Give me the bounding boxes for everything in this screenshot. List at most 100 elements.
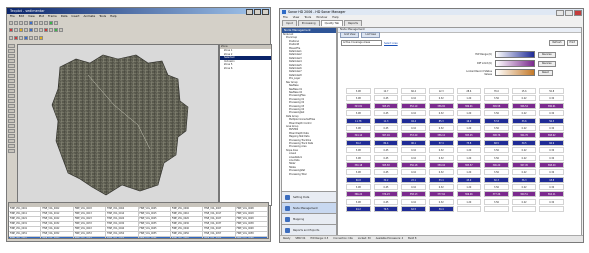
grid-cell[interactable] bbox=[539, 206, 564, 213]
polyline-icon[interactable] bbox=[24, 36, 28, 40]
grid-cell[interactable]: 0.34 bbox=[539, 110, 564, 117]
tool-icon[interactable] bbox=[8, 59, 15, 63]
grid-cell[interactable]: 3.56 bbox=[484, 169, 509, 176]
grid-cell[interactable]: 0.34 bbox=[539, 169, 564, 176]
grid-cell[interactable] bbox=[484, 206, 509, 213]
copy-icon[interactable] bbox=[39, 21, 43, 25]
tool-icon[interactable] bbox=[8, 119, 15, 123]
grid-cell[interactable]: 0.22 bbox=[511, 95, 537, 102]
grid-cell[interactable]: 11.78 bbox=[346, 117, 371, 124]
grid-cell[interactable]: 0.10 bbox=[401, 147, 426, 154]
edge-icon[interactable] bbox=[59, 28, 63, 32]
grid-cell[interactable]: 0.45 bbox=[373, 154, 399, 161]
ribbon-tab[interactable]: Processing bbox=[297, 20, 320, 26]
grid-cell[interactable]: 0.10 bbox=[401, 154, 426, 161]
menu-item[interactable]: Edit bbox=[19, 14, 24, 19]
grid-cell[interactable]: 15.6 bbox=[511, 88, 537, 94]
grid-cell[interactable]: 324.14 bbox=[346, 132, 371, 139]
tool-icon[interactable] bbox=[8, 89, 15, 93]
grid-cell[interactable]: 1.20 bbox=[456, 95, 482, 102]
tool-icon[interactable] bbox=[8, 99, 15, 103]
tool-icon[interactable] bbox=[8, 74, 15, 78]
grid-cell[interactable]: 0.22 bbox=[511, 198, 537, 205]
grid-cell[interactable]: 360.51 bbox=[511, 191, 537, 198]
tool-icon[interactable] bbox=[8, 64, 15, 68]
grid-cell[interactable]: 0.32 bbox=[428, 124, 454, 131]
grid-cell[interactable]: 57.8 bbox=[484, 117, 509, 124]
grid-cell[interactable]: 33.6 bbox=[511, 117, 537, 124]
filter-button[interactable]: Refresh bbox=[549, 40, 565, 46]
grid-cell[interactable]: 0.34 bbox=[539, 95, 564, 102]
grid-cell[interactable]: 365.83 bbox=[373, 161, 399, 168]
menu-item[interactable]: Plot bbox=[39, 14, 44, 19]
redraw-icon[interactable] bbox=[49, 21, 53, 25]
grid-cell[interactable]: 0.32 bbox=[428, 154, 454, 161]
grid-cell[interactable]: 56.3 bbox=[539, 117, 564, 124]
grid-cell[interactable]: 0.45 bbox=[373, 147, 399, 154]
grid-cell[interactable]: 22.1 bbox=[401, 176, 426, 183]
grid-cell[interactable]: 0.10 bbox=[401, 184, 426, 191]
grid-cell[interactable] bbox=[511, 206, 537, 213]
tool-icon[interactable] bbox=[8, 84, 15, 88]
grid-cell[interactable]: 66.4 bbox=[401, 88, 426, 94]
zoom-icon[interactable] bbox=[29, 21, 33, 25]
undo-icon[interactable] bbox=[54, 21, 58, 25]
grid-cell[interactable]: 3.56 bbox=[484, 198, 509, 205]
ribbon-tab[interactable]: Input bbox=[282, 20, 297, 26]
grid-cell[interactable]: 45.9 bbox=[456, 176, 482, 183]
grid-cell[interactable]: 376.23 bbox=[373, 191, 399, 198]
grid-cell[interactable]: 12.7 bbox=[373, 88, 399, 94]
grid-cell[interactable]: 57.4 bbox=[428, 139, 454, 146]
grid-cell[interactable]: 66.9 bbox=[539, 139, 564, 146]
tool-icon[interactable] bbox=[8, 144, 15, 148]
grid-cell[interactable]: 60.8 bbox=[346, 176, 371, 183]
menu-item[interactable]: Tools bbox=[99, 14, 106, 19]
print-icon[interactable] bbox=[24, 21, 28, 25]
grid-cell[interactable]: 398.76 bbox=[484, 132, 509, 139]
table-row[interactable]: FINE_VOL_0061 FINE_VOL_0062 FINE_VOL_0063 F… bbox=[9, 237, 268, 238]
new-icon[interactable] bbox=[9, 21, 13, 25]
nav-button[interactable]: Reports and Exports bbox=[282, 224, 336, 235]
grid-cell[interactable]: 0.22 bbox=[511, 169, 537, 176]
grid-cell[interactable]: 0.32 bbox=[428, 147, 454, 154]
grid-cell[interactable]: 1.20 bbox=[456, 154, 482, 161]
grid-cell[interactable]: 30.5 bbox=[511, 139, 537, 146]
grid-cell[interactable]: 44.2 bbox=[346, 206, 371, 213]
grid-cell[interactable]: 84.4 bbox=[373, 139, 399, 146]
nav-button[interactable]: Mapping bbox=[282, 213, 336, 224]
grid-cell[interactable]: 383.57 bbox=[456, 161, 482, 168]
grid-cell[interactable]: 60.3 bbox=[484, 176, 509, 183]
grid-cell[interactable]: 50.8 bbox=[539, 88, 564, 94]
grid-cell[interactable]: 330.18 bbox=[346, 161, 371, 168]
grid-cell[interactable]: 0.32 bbox=[428, 95, 454, 102]
grid-cell[interactable]: 3.56 bbox=[484, 110, 509, 117]
grid-cell[interactable]: 0.45 bbox=[373, 198, 399, 205]
grid-cell[interactable]: 368.40 bbox=[539, 161, 564, 168]
tool-icon[interactable] bbox=[8, 79, 15, 83]
grid-cell[interactable]: 3.98 bbox=[346, 88, 371, 94]
grid-cell[interactable]: 359.04 bbox=[428, 161, 454, 168]
grid-cell[interactable]: 377.62 bbox=[428, 191, 454, 198]
tool-icon[interactable] bbox=[8, 94, 15, 98]
grid-cell[interactable]: 3.98 bbox=[346, 198, 371, 205]
grid-cell[interactable]: 399.58 bbox=[484, 102, 509, 109]
menu-item[interactable]: Data bbox=[61, 14, 68, 19]
grid-cell[interactable]: 0.32 bbox=[428, 110, 454, 117]
cut-icon[interactable] bbox=[34, 21, 38, 25]
grid-cell[interactable]: 3.98 bbox=[346, 184, 371, 191]
legend-button[interactable]: Reset bbox=[538, 69, 553, 76]
grid-cell[interactable]: 3.56 bbox=[484, 184, 509, 191]
area-filter-input[interactable]: Active Coverage Areas bbox=[341, 40, 382, 46]
shade-icon[interactable] bbox=[54, 28, 58, 32]
grid-cell[interactable]: 383.45 bbox=[456, 132, 482, 139]
select-icon[interactable] bbox=[19, 28, 23, 32]
grid-cell[interactable]: 0.32 bbox=[428, 169, 454, 176]
grid-cell[interactable]: 3.56 bbox=[484, 124, 509, 131]
legend-button[interactable]: Reverse bbox=[538, 60, 556, 67]
grid-cell[interactable]: 30.2 bbox=[346, 139, 371, 146]
probe-icon[interactable] bbox=[14, 36, 18, 40]
grid-cell[interactable]: 0.22 bbox=[511, 124, 537, 131]
grid-cell[interactable]: 358.13 bbox=[401, 191, 426, 198]
rectangle-icon[interactable] bbox=[34, 36, 38, 40]
grid-cell[interactable]: 28.6 bbox=[456, 88, 482, 94]
